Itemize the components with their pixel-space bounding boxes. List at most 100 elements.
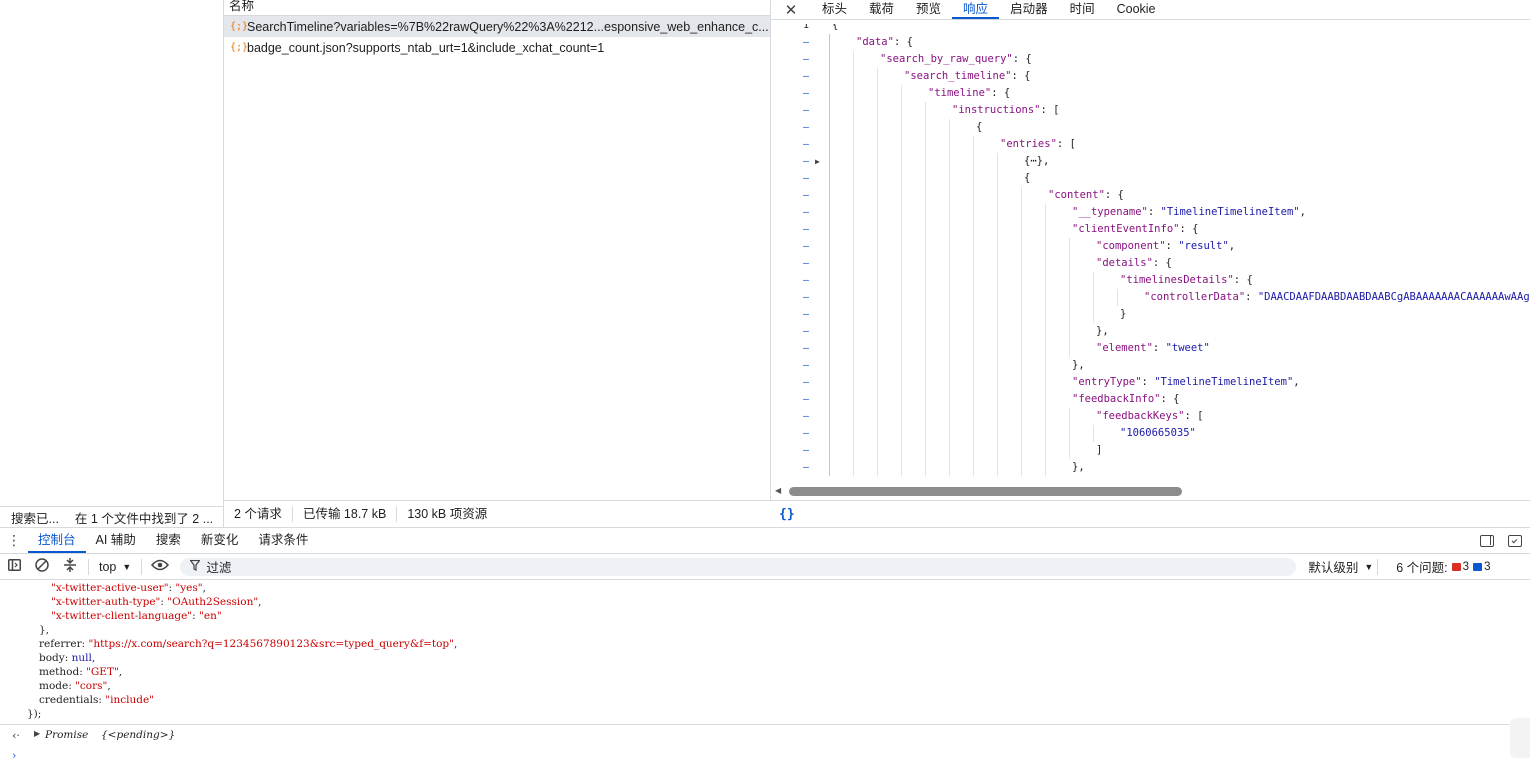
- close-drawer-icon[interactable]: [1508, 534, 1522, 547]
- code-token: }: [1120, 308, 1127, 320]
- drawer-tab-0[interactable]: 控制台: [28, 528, 86, 553]
- code-text: "feedbackKeys": [: [1096, 408, 1203, 425]
- code-line: – "feedbackKeys": [: [771, 408, 1530, 425]
- filter-funnel-icon: [189, 559, 202, 574]
- code-text: "element": "tweet": [1096, 340, 1210, 357]
- code-token: :: [1141, 376, 1155, 388]
- response-viewer[interactable]: 1{– "data": { – "search_by_raw_query": {– "s…: [771, 24, 1530, 484]
- column-header-name[interactable]: 名称: [224, 0, 770, 16]
- code-line: – "feedbackInfo": {: [771, 391, 1530, 408]
- console-output[interactable]: "x-twitter-active-user": "yes", "x-twitte…: [0, 581, 1530, 758]
- search-panel: [0, 0, 224, 527]
- network-request-row[interactable]: {;} SearchTimeline?variables=%7B%22rawQue…: [224, 16, 770, 37]
- console-line: "x-twitter-active-user": "yes",: [51, 581, 206, 595]
- code-line: – "data": {: [771, 34, 1530, 51]
- code-line: – "timeline": {: [771, 85, 1530, 102]
- code-token: : {: [1233, 274, 1253, 286]
- context-selector[interactable]: top ▼: [93, 560, 137, 574]
- message-count: 3: [1484, 560, 1491, 573]
- tab-6[interactable]: Cookie: [1106, 2, 1167, 19]
- horizontal-scrollbar[interactable]: ◀: [775, 486, 1530, 497]
- detail-footer: {}: [771, 500, 1530, 527]
- group-similar-icon[interactable]: [56, 558, 84, 575]
- console-token: "OAuth2Session": [167, 596, 259, 608]
- network-request-row[interactable]: {;} badge_count.json?supports_ntab_urt=1&…: [224, 37, 770, 58]
- request-name: badge_count.json?supports_ntab_urt=1&inc…: [247, 40, 605, 55]
- drawer-tab-3[interactable]: 新变化: [191, 528, 249, 553]
- console-token: "https://x.com/search?q=1234567890123&sr…: [88, 638, 454, 650]
- search-status-bar: 搜索已... 在 1 个文件中找到了 2 ...: [0, 506, 224, 527]
- console-token: method:: [39, 666, 87, 678]
- code-text: },: [1072, 459, 1085, 476]
- tab-0[interactable]: 标头: [811, 2, 858, 19]
- scroll-left-icon[interactable]: ◀: [775, 486, 781, 495]
- tab-2[interactable]: 预览: [905, 2, 952, 19]
- code-line: 1{: [771, 24, 1530, 34]
- clear-console-icon[interactable]: [28, 558, 56, 575]
- pretty-print-icon[interactable]: {}: [779, 507, 795, 522]
- code-text: "entryType": "TimelineTimelineItem",: [1072, 374, 1300, 391]
- code-line: – "content": {: [771, 187, 1530, 204]
- filter-input[interactable]: 过滤: [180, 557, 1297, 576]
- console-prompt-icon[interactable]: ›: [12, 749, 16, 758]
- request-detail-pane: ✕ 标头 载荷 预览 响应 启动器 时间 Cookie 1{– "data": {– "sear…: [771, 0, 1530, 500]
- code-line: – "entryType": "TimelineTimelineItem",: [771, 374, 1530, 391]
- drawer-tab-2[interactable]: 搜索: [146, 528, 191, 553]
- sidebar-toggle-icon[interactable]: [0, 559, 28, 574]
- console-line: credentials: "include": [39, 693, 154, 707]
- chevron-down-icon: ▼: [1364, 561, 1374, 572]
- drawer-tab-4[interactable]: 请求条件: [248, 528, 318, 553]
- expand-triangle-icon[interactable]: ▶: [815, 153, 820, 170]
- vertical-scrollbar[interactable]: [1510, 718, 1530, 758]
- code-line: – "component": "result",: [771, 238, 1530, 255]
- code-line: –{: [771, 119, 1530, 136]
- code-token: :: [1147, 206, 1161, 218]
- console-line: },: [39, 623, 49, 637]
- code-line: – "details": {: [771, 255, 1530, 272]
- line-number: –: [802, 173, 809, 184]
- code-line: – "__typename": "TimelineTimelineItem",: [771, 204, 1530, 221]
- console-token: "en": [199, 610, 222, 622]
- code-text: {: [1024, 170, 1030, 187]
- issues-counter[interactable]: 6 个问题: 3 3: [1396, 557, 1490, 576]
- scrollbar-thumb[interactable]: [789, 487, 1182, 496]
- console-line: "x-twitter-client-language": "en": [51, 609, 222, 623]
- expand-triangle-icon[interactable]: ▶: [34, 729, 40, 738]
- more-options-icon[interactable]: ⋮: [0, 528, 28, 553]
- live-expression-eye-icon[interactable]: [146, 559, 174, 574]
- code-token: "element": [1096, 342, 1153, 354]
- code-token: "1060665035": [1120, 427, 1196, 439]
- console-token: mode:: [39, 680, 76, 692]
- console-token: "yes": [175, 582, 203, 594]
- code-line: –}: [771, 306, 1530, 323]
- line-number: –: [802, 139, 809, 150]
- code-text: "search_by_raw_query": {: [880, 51, 1032, 68]
- line-number: –: [802, 462, 809, 473]
- tab-5[interactable]: 时间: [1059, 2, 1106, 19]
- code-text: "entries": [: [1000, 136, 1076, 153]
- line-number: –: [802, 156, 809, 167]
- code-text: "__typename": "TimelineTimelineItem",: [1072, 204, 1306, 221]
- code-line: – "search_timeline": {: [771, 68, 1530, 85]
- code-token: "clientEventInfo": [1072, 223, 1180, 235]
- tab-3[interactable]: 响应: [952, 2, 1000, 19]
- console-token: "x-twitter-client-language": [51, 610, 193, 622]
- code-token: : {: [1011, 70, 1031, 82]
- code-token: "details": [1096, 257, 1153, 269]
- console-token: "x-twitter-active-user": [51, 582, 169, 594]
- console-line: method: "GET",: [39, 665, 122, 679]
- line-number: –: [802, 377, 809, 388]
- console-token: ,: [107, 680, 111, 692]
- dock-side-icon[interactable]: [1480, 534, 1494, 547]
- close-icon[interactable]: ✕: [771, 3, 811, 19]
- tab-1[interactable]: 载荷: [858, 2, 905, 19]
- tab-4[interactable]: 启动器: [999, 2, 1059, 19]
- drawer-tab-1[interactable]: AI 辅助: [86, 528, 146, 553]
- code-line: – "1060665035": [771, 425, 1530, 442]
- chevron-down-icon: ▼: [122, 561, 132, 572]
- request-name: SearchTimeline?variables=%7B%22rawQuery%…: [247, 19, 769, 34]
- log-levels-dropdown[interactable]: 默认级别 ▼: [1308, 557, 1373, 576]
- code-token: ,: [1293, 376, 1300, 388]
- code-line: – "instructions": [: [771, 102, 1530, 119]
- resources-size: 130 kB 项资源: [407, 507, 488, 521]
